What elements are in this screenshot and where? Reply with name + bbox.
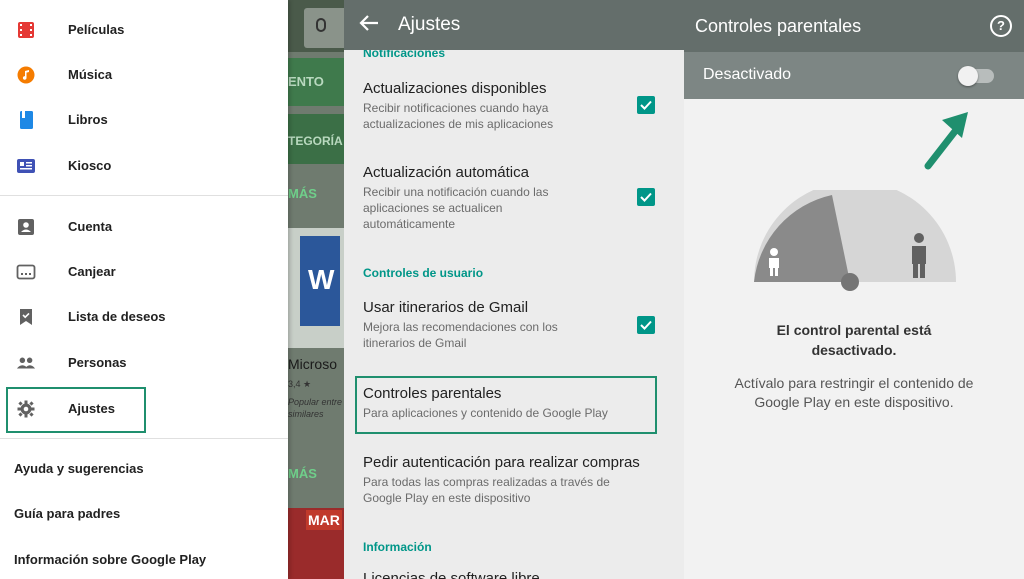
drawer-item-wishlist[interactable]: Lista de deseos xyxy=(0,294,288,339)
drawer-item-redeem[interactable]: Canjear xyxy=(0,249,288,294)
parental-controls-panel: Controles parentales ? Desactivado El co… xyxy=(684,0,1024,579)
books-icon xyxy=(16,110,36,130)
drawer-item-newsstand[interactable]: Kiosco xyxy=(0,143,288,188)
setting-title: Pedir autenticación para realizar compra… xyxy=(363,454,640,471)
app-card-title: Microso xyxy=(288,356,338,372)
drawer-item-label: Películas xyxy=(68,22,125,37)
drawer-item-label: Ayuda y sugerencias xyxy=(14,461,144,476)
drawer-item-label: Cuenta xyxy=(68,219,113,234)
account-icon xyxy=(16,217,36,237)
page-title: Ajustes xyxy=(398,14,461,35)
drawer-item-help[interactable]: Ayuda y sugerencias xyxy=(0,446,288,491)
help-icon[interactable]: ? xyxy=(990,15,1012,37)
drawer-item-label: Personas xyxy=(68,355,127,370)
gmail-checkbox[interactable] xyxy=(637,316,655,334)
word-logo: W xyxy=(300,236,340,326)
pointer-arrow-icon xyxy=(924,112,968,170)
updates-checkbox[interactable] xyxy=(637,96,655,114)
more-link-2[interactable]: MÁS xyxy=(288,466,317,481)
parental-status-message: El control parental está desactivado. xyxy=(776,322,932,358)
drawer-item-label: Guía para padres xyxy=(14,506,121,521)
setting-title: Actualizaciones disponibles xyxy=(363,80,547,97)
toggle-knob xyxy=(958,66,978,86)
parental-controls-highlight-box xyxy=(355,376,657,434)
page-title: Controles parentales xyxy=(695,16,862,36)
drawer-item-music[interactable]: Música xyxy=(0,52,288,97)
drawer-item-label: Lista de deseos xyxy=(68,309,166,324)
setting-title: Usar itinerarios de Gmail xyxy=(363,299,529,316)
navigation-drawer: Películas Música Libros Kiosco Cuenta Ca… xyxy=(0,0,288,579)
auto-update-checkbox[interactable] xyxy=(637,188,655,206)
section-information: Información xyxy=(363,540,432,554)
people-icon xyxy=(16,353,36,373)
setting-description: Para todas las compras realizadas a trav… xyxy=(363,475,610,505)
app-card-rating: 3,4 ★ xyxy=(288,379,312,389)
parental-description: Actívalo para restringir el contenido de… xyxy=(734,375,974,410)
drawer-item-account[interactable]: Cuenta xyxy=(0,204,288,249)
setting-description: Mejora las recomendaciones con los itine… xyxy=(363,320,558,350)
setting-description: Recibir una notificación cuando las apli… xyxy=(363,185,549,231)
drawer-item-movies[interactable]: Películas xyxy=(0,7,288,52)
toggle-label: Desactivado xyxy=(703,66,792,83)
drawer-item-parents-guide[interactable]: Guía para padres xyxy=(0,491,288,536)
drawer-item-label: Kiosco xyxy=(68,158,112,173)
parental-header: Controles parentales ? xyxy=(684,0,1024,52)
settings-highlight-box xyxy=(6,387,146,433)
music-icon xyxy=(16,65,36,85)
setting-description: Recibir notificaciones cuando haya actua… xyxy=(363,101,554,131)
settings-panel: Notificaciones Ajustes Actualizaciones d… xyxy=(344,0,684,579)
drawer-item-label: Información sobre Google Play xyxy=(14,552,207,567)
parental-gauge-icon xyxy=(754,190,956,291)
navigation-panel: ENTO TEGORÍA MÁS W Microso 3,4 ★ Popular… xyxy=(0,0,344,579)
drawer-item-books[interactable]: Libros xyxy=(0,97,288,142)
section-user-controls: Controles de usuario xyxy=(363,266,484,280)
parental-toggle-row[interactable]: Desactivado xyxy=(684,52,1024,99)
drawer-divider xyxy=(0,438,288,439)
parental-toggle-switch[interactable] xyxy=(958,66,994,86)
drawer-item-label: Libros xyxy=(68,112,108,127)
app-card-subtitle: Popular entre similares xyxy=(288,397,343,419)
movies-icon xyxy=(16,20,36,40)
setting-title: Actualización automática xyxy=(363,164,529,181)
redeem-icon xyxy=(16,262,36,282)
tab-strip-text: ENTO xyxy=(288,74,324,89)
wishlist-icon xyxy=(16,307,36,327)
more-link[interactable]: MÁS xyxy=(288,186,317,201)
drawer-item-people[interactable]: Personas xyxy=(0,340,288,385)
setting-open-source-licenses[interactable]: Licencias de software libre xyxy=(363,570,540,579)
marvel-logo: MAR xyxy=(306,510,342,530)
category-strip-text: TEGORÍA xyxy=(288,134,343,148)
store-background: ENTO TEGORÍA MÁS W Microso 3,4 ★ Popular… xyxy=(288,0,344,579)
drawer-item-label: Música xyxy=(68,67,113,82)
mic-icon[interactable] xyxy=(316,18,326,32)
drawer-item-label: Canjear xyxy=(68,264,116,279)
drawer-item-about[interactable]: Información sobre Google Play xyxy=(0,537,288,579)
newsstand-icon xyxy=(16,156,36,176)
settings-header: Ajustes xyxy=(344,0,684,50)
drawer-divider xyxy=(0,195,288,196)
back-arrow-icon[interactable] xyxy=(358,12,380,34)
